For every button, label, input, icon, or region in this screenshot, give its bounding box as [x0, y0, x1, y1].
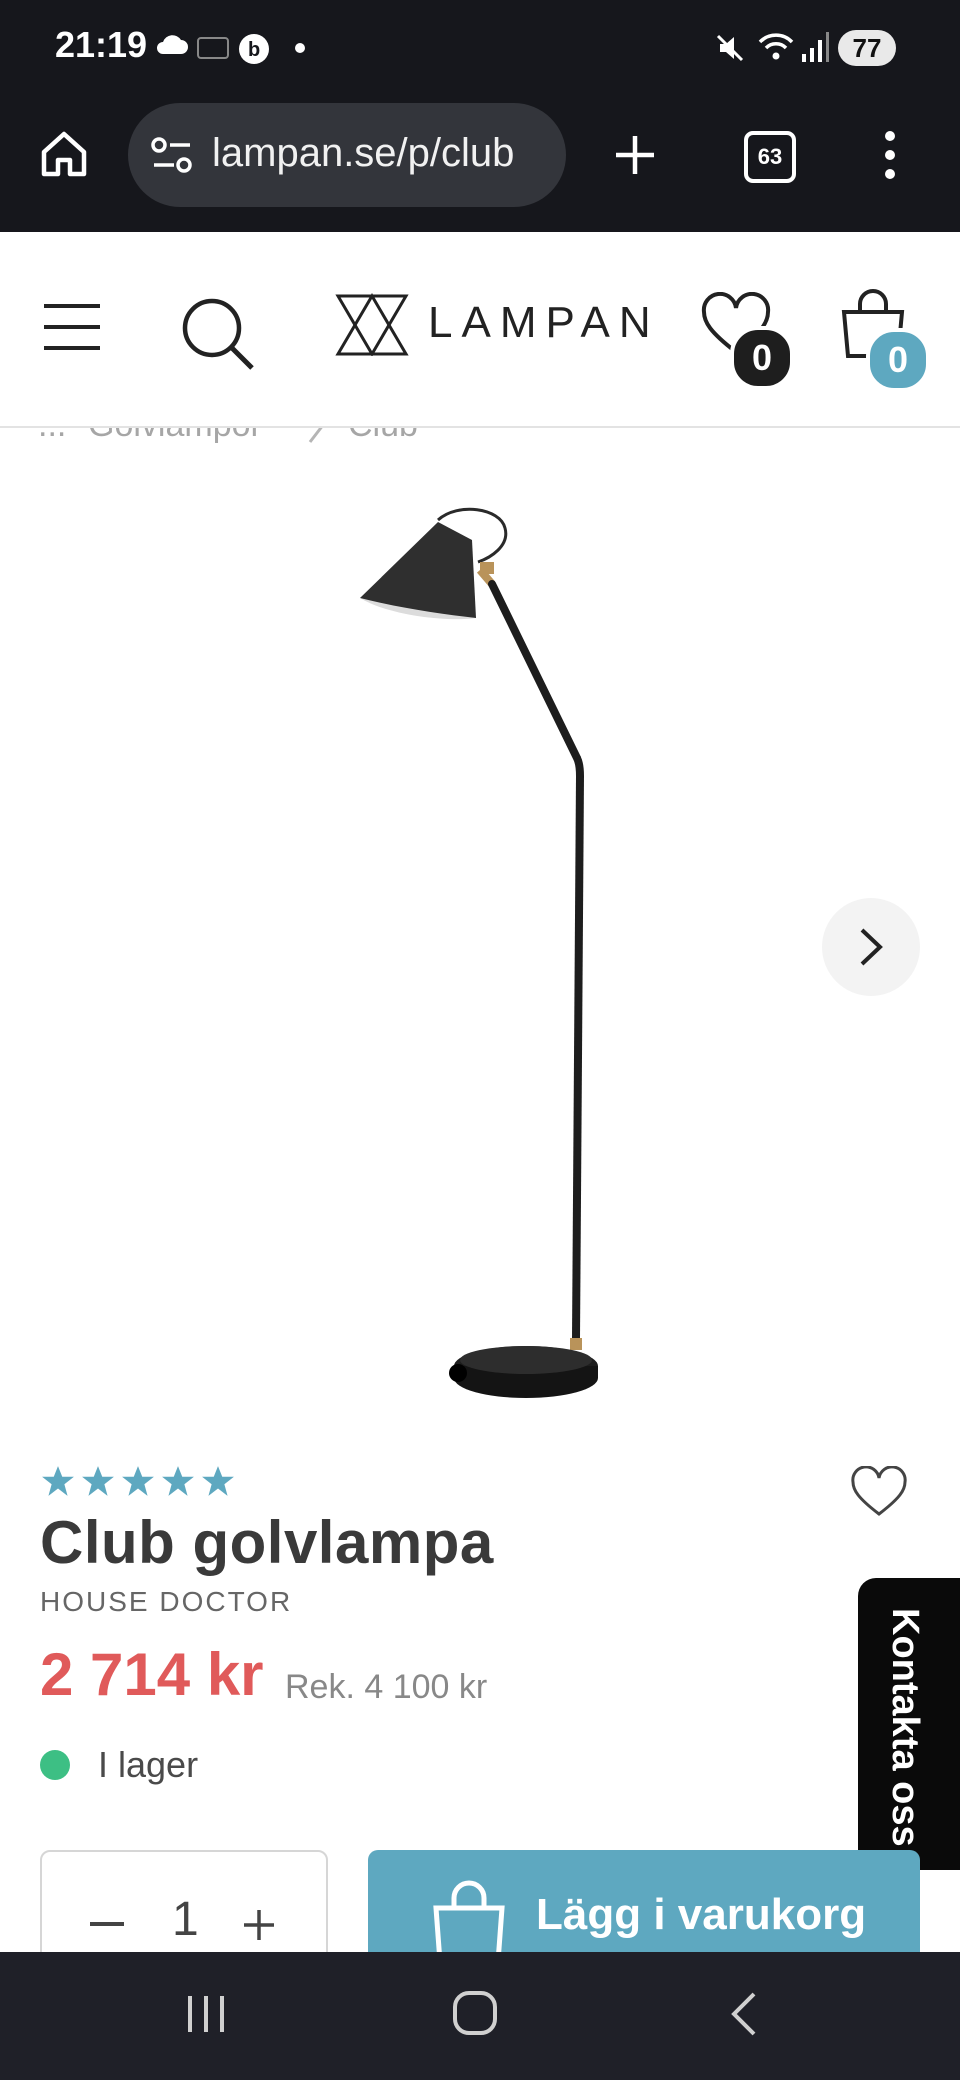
status-time: 21:19	[55, 24, 148, 65]
recent-apps-icon[interactable]	[184, 1992, 228, 2036]
search-icon[interactable]	[180, 296, 256, 372]
site-settings-icon[interactable]	[150, 135, 194, 175]
minus-icon[interactable]	[90, 1922, 124, 1928]
plus-icon[interactable]	[242, 1908, 276, 1942]
system-navigation-bar	[0, 1952, 960, 2080]
product-image[interactable]	[340, 500, 620, 1400]
cloud-icon	[157, 35, 188, 54]
hamburger-menu-icon[interactable]	[42, 302, 102, 352]
home-button-icon[interactable]	[452, 1990, 498, 2036]
cart-count-badge: 0	[866, 328, 930, 392]
back-icon[interactable]	[728, 1990, 758, 2038]
rating-stars[interactable]	[40, 1464, 240, 1503]
more-menu-icon[interactable]	[882, 130, 898, 180]
new-tab-icon[interactable]	[612, 132, 658, 178]
stock-status: I lager	[98, 1744, 199, 1785]
site-header: LAMPAN 0 0	[0, 232, 960, 428]
site-logo[interactable]: LAMPAN	[428, 298, 660, 348]
star-icon	[202, 1466, 234, 1496]
star-icon	[162, 1466, 194, 1496]
status-bar: 21:19 b 77	[0, 0, 960, 98]
signal-icon	[802, 32, 829, 62]
favorite-heart-icon[interactable]	[850, 1466, 908, 1518]
contact-us-label: Kontakta oss	[884, 1608, 926, 1847]
svg-text:b: b	[248, 39, 260, 61]
wishlist-count-badge: 0	[730, 326, 794, 390]
product-brand[interactable]: HOUSE DOCTOR	[40, 1586, 292, 1618]
quantity-value[interactable]: 1	[172, 1892, 199, 1947]
lampan-logo-icon[interactable]	[334, 292, 410, 356]
star-icon	[82, 1466, 114, 1496]
tab-switcher-button[interactable]: 63	[744, 131, 796, 183]
product-price: 2 714 kr	[40, 1641, 264, 1708]
star-icon	[122, 1466, 154, 1496]
b-app-icon: b	[239, 34, 269, 64]
recommended-price: Rek. 4 100 kr	[285, 1668, 488, 1706]
image-next-button[interactable]	[822, 898, 920, 996]
battery-indicator: 77	[838, 30, 896, 66]
browser-toolbar: lampan.se/p/club 63	[0, 98, 960, 232]
wifi-icon	[758, 33, 794, 60]
star-icon	[42, 1466, 74, 1496]
home-icon[interactable]	[38, 128, 90, 180]
chevron-right-icon	[860, 928, 883, 966]
dot-icon	[295, 43, 305, 53]
stock-status-dot	[40, 1750, 70, 1780]
address-bar[interactable]: lampan.se/p/club	[128, 103, 566, 207]
contact-us-tab[interactable]: Kontakta oss	[858, 1578, 960, 1870]
add-to-cart-label: Lägg i varukorg	[536, 1890, 867, 1939]
url-text: lampan.se/p/club	[212, 131, 515, 175]
mute-icon	[716, 34, 744, 62]
product-title: Club golvlampa	[40, 1509, 494, 1576]
app-notification-icon	[197, 37, 229, 59]
